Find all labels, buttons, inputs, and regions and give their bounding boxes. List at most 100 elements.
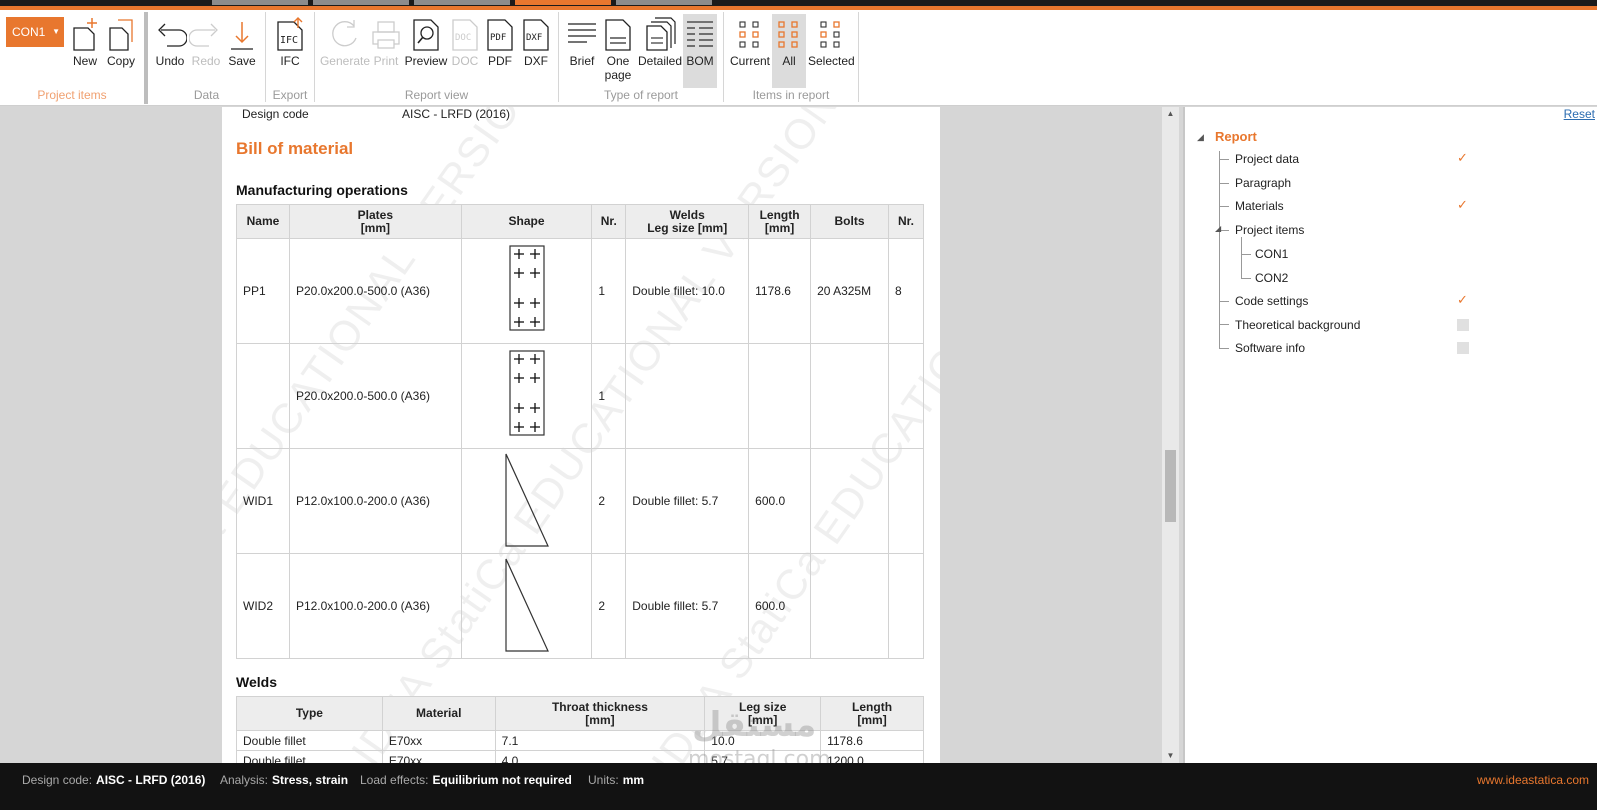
all-items-button[interactable]: All [772, 14, 806, 88]
brief-report-button[interactable]: Brief [563, 16, 601, 68]
cell-throat: 7.1 [494, 730, 706, 751]
tree-connector [1241, 254, 1251, 255]
selected-items-button[interactable]: Selected [808, 16, 855, 68]
copy-icon [109, 19, 133, 51]
bom-button-label: BOM [686, 54, 714, 68]
window-tab[interactable] [616, 0, 712, 5]
cell-plates: P12.0x100.0-200.0 (A36) [288, 448, 462, 554]
new-button[interactable]: New [68, 16, 102, 68]
save-button[interactable]: Save [225, 16, 259, 68]
tree-item-theoretical-background[interactable]: Theoretical background [1235, 318, 1360, 332]
manufacturing-table: Name Plates [mm] Shape Nr. Welds Leg size … [236, 204, 925, 659]
doc-export-button[interactable]: DOC DOC [449, 16, 481, 68]
checkmark-icon[interactable]: ✓ [1457, 198, 1469, 211]
preview-button-label: Preview [404, 54, 448, 68]
col-header-welds-2: Leg size [mm] [647, 220, 728, 235]
report-scrollbar[interactable]: ▲ ▼ [1162, 107, 1179, 763]
connection-selector[interactable]: CON1 ▼ [6, 17, 64, 47]
cell-welds: Double fillet: 5.7 [625, 553, 750, 659]
collapse-triangle-icon[interactable]: ◢ [1197, 132, 1204, 143]
generate-button[interactable]: Generate [319, 16, 371, 68]
pdf-export-button[interactable]: PDF PDF [483, 16, 517, 68]
report-viewport[interactable]: IDEA StatiCa EDUCATIONAL VERSION IDEA St… [0, 107, 1183, 763]
cell-shape [460, 553, 593, 659]
bom-report-button[interactable]: BOM [683, 14, 717, 88]
tree-connector [1219, 324, 1229, 325]
new-document-icon [73, 18, 97, 51]
selected-button-label: Selected [808, 54, 855, 68]
group-label-data: Data [193, 88, 220, 102]
cell-welds [625, 343, 750, 449]
window-tab-active[interactable] [515, 0, 611, 5]
chevron-down-icon: ▼ [52, 27, 60, 36]
tree-item-project-items[interactable]: Project items [1235, 223, 1304, 237]
dxf-export-button[interactable]: DXF DXF [519, 16, 553, 68]
print-button[interactable]: Print [369, 16, 403, 68]
website-link[interactable]: www.ideastatica.com [1477, 773, 1589, 787]
col-header-bolts: Bolts [810, 204, 889, 239]
pdf-file-icon: PDF [487, 19, 513, 51]
status-design-code-label: Design code: [22, 773, 93, 787]
tree-connector [1241, 237, 1242, 278]
cell-nr2 [887, 448, 925, 554]
detailed-button-label: Detailed [637, 54, 683, 68]
col-header-throat: Throat thickness [mm] [494, 696, 706, 731]
group-label-project-items: Project items [37, 88, 107, 102]
undo-button[interactable]: Undo [153, 16, 187, 68]
checkbox-unchecked[interactable] [1457, 319, 1469, 331]
ribbon-separator [144, 12, 148, 104]
tree-item-con2[interactable]: CON2 [1255, 271, 1288, 285]
window-tab[interactable] [313, 0, 409, 5]
col-header-nr2: Nr. [887, 204, 925, 239]
scroll-down-arrow-icon[interactable]: ▼ [1162, 749, 1179, 763]
tree-item-code-settings[interactable]: Code settings [1235, 294, 1308, 308]
cell-nr: 1 [591, 343, 627, 449]
checkmark-icon[interactable]: ✓ [1457, 293, 1469, 306]
ifc-file-icon: IFC [277, 17, 303, 51]
cell-nr: 1 [591, 238, 627, 344]
window-tab[interactable] [414, 0, 510, 5]
detailed-report-button[interactable]: Detailed [637, 16, 683, 68]
cell-length: 600.0 [748, 448, 812, 554]
one-page-button-label-2: page [604, 68, 632, 82]
bom-list-icon [687, 21, 713, 47]
table-header-row: Type Material Throat thickness [mm] Leg s… [236, 696, 924, 731]
cell-nr: 2 [591, 553, 627, 659]
current-grid-icon [739, 21, 759, 48]
col-header-welds: Welds Leg size [mm] [625, 204, 750, 239]
scroll-up-arrow-icon[interactable]: ▲ [1162, 107, 1179, 121]
tree-root-report[interactable]: Report [1215, 129, 1257, 144]
cell-plates: P20.0x200.0-500.0 (A36) [288, 238, 462, 344]
reset-link[interactable]: Reset [1564, 107, 1595, 121]
undo-icon [158, 23, 187, 47]
ifc-export-button[interactable]: IFC IFC [272, 16, 308, 68]
window-tab[interactable] [212, 0, 308, 5]
manufacturing-operations-heading: Manufacturing operations [236, 182, 408, 198]
cell-throat: 4.0 [494, 750, 706, 763]
current-items-button[interactable]: Current [728, 16, 772, 68]
cell-name: PP1 [236, 238, 290, 344]
cell-bolts: 20 A325M [810, 238, 889, 344]
svg-text:DXF: DXF [526, 33, 542, 43]
scrollbar-thumb[interactable] [1165, 450, 1176, 522]
col-header-plates: Plates [mm] [288, 204, 462, 239]
save-button-label: Save [228, 54, 256, 68]
collapse-triangle-icon[interactable]: ◢ [1215, 224, 1221, 233]
group-label-report-view: Report view [404, 88, 469, 102]
preview-button[interactable]: Preview [403, 16, 449, 68]
tree-item-paragraph[interactable]: Paragraph [1235, 176, 1291, 190]
tree-item-con1[interactable]: CON1 [1255, 247, 1288, 261]
tree-item-project-data[interactable]: Project data [1235, 152, 1299, 166]
redo-button-label: Redo [191, 54, 221, 68]
redo-button[interactable]: Redo [189, 16, 223, 68]
col-header-plates-2: [mm] [360, 220, 391, 235]
cell-nr: 2 [591, 448, 627, 554]
copy-button[interactable]: Copy [104, 16, 138, 68]
one-page-report-button[interactable]: One page [601, 16, 635, 82]
col-header-length-2: [mm] [764, 220, 795, 235]
tree-item-software-info[interactable]: Software info [1235, 341, 1305, 355]
checkbox-unchecked[interactable] [1457, 342, 1469, 354]
col-header-len-1: Length [852, 699, 893, 714]
checkmark-icon[interactable]: ✓ [1457, 151, 1469, 164]
tree-item-materials[interactable]: Materials [1235, 199, 1284, 213]
